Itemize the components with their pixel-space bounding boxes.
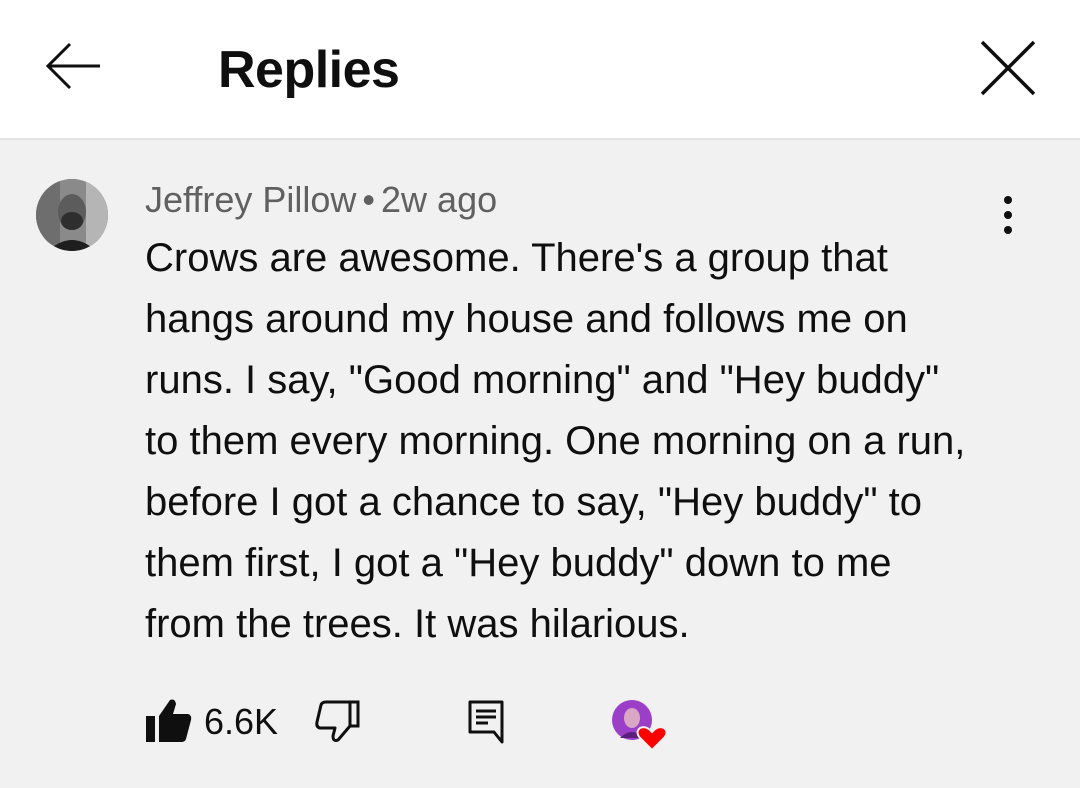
- comment-line: from the trees. It was hilarious.: [145, 602, 690, 646]
- creator-heart-badge: [610, 694, 670, 754]
- close-icon: [980, 40, 1036, 96]
- dislike-button[interactable]: [312, 698, 362, 744]
- back-button[interactable]: [40, 36, 106, 96]
- arrow-left-icon: [45, 42, 100, 90]
- replies-header: Replies: [0, 0, 1080, 140]
- comment-line: them first, I got a "Hey buddy" down to …: [145, 541, 892, 585]
- thumbs-up-filled-icon: [146, 699, 192, 742]
- comment-line: to them every morning. One morning on a …: [145, 419, 966, 463]
- like-count: 6.6K: [204, 701, 279, 742]
- meta-separator: •: [362, 179, 376, 220]
- comment-line: before I got a chance to say, "Hey buddy…: [145, 480, 923, 524]
- page-title: Replies: [218, 41, 400, 99]
- author-name[interactable]: Jeffrey Pillow: [145, 179, 356, 220]
- comment-timestamp: 2w ago: [381, 179, 498, 220]
- creator-heart-icon: [612, 700, 668, 752]
- comment-actions: 6.6K: [0, 690, 1080, 754]
- author-avatar[interactable]: [36, 179, 108, 251]
- thumbs-down-icon: [315, 700, 360, 742]
- comment-meta: Jeffrey Pillow • 2w ago: [145, 178, 497, 222]
- reply-button[interactable]: [466, 698, 506, 744]
- close-button[interactable]: [976, 36, 1040, 100]
- comment-line: hangs around my house and follows me on: [145, 297, 908, 341]
- comment-text: Crows are awesome. There's a group that …: [145, 228, 1025, 655]
- comment-line: runs. I say, "Good morning" and "Hey bud…: [145, 358, 940, 402]
- comment-icon: [468, 700, 504, 744]
- like-button[interactable]: [144, 698, 194, 744]
- comment-line: Crows are awesome. There's a group that: [145, 236, 888, 280]
